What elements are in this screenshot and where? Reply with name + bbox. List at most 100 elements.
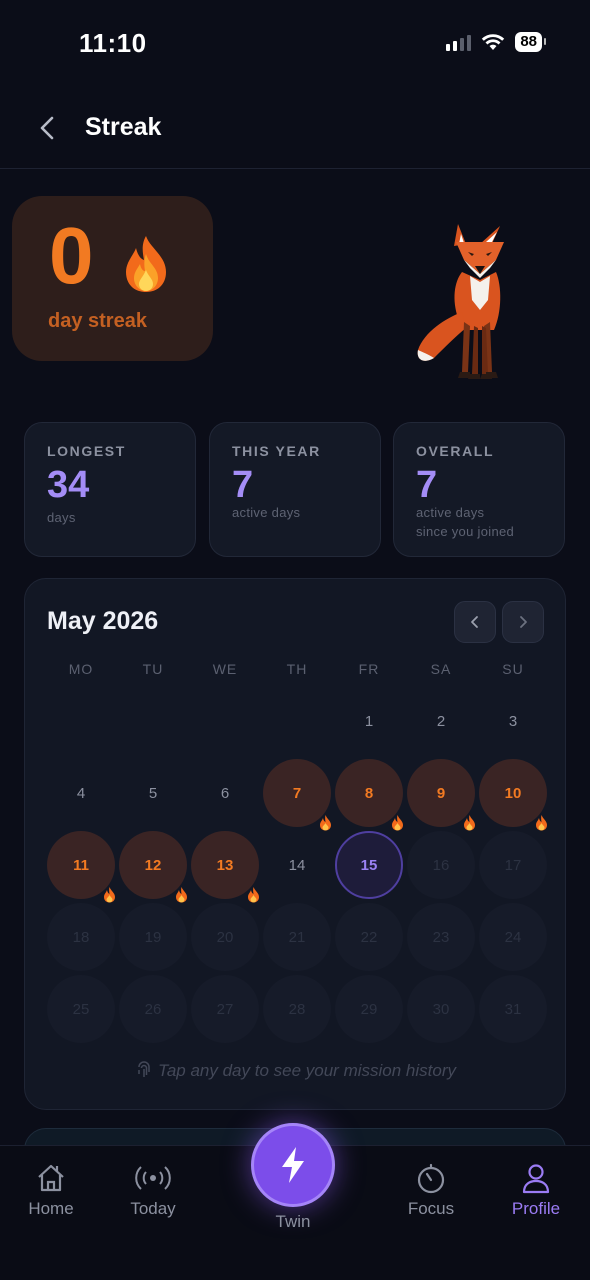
next-month-button[interactable] — [502, 601, 544, 643]
weekday-label: FR — [358, 661, 380, 677]
page-title: Streak — [85, 113, 162, 141]
flame-icon — [536, 815, 547, 831]
calendar-day-number: 9 — [436, 784, 446, 802]
calendar-day-number: 16 — [432, 856, 450, 874]
flame-icon — [464, 815, 475, 831]
calendar-day[interactable]: 16 — [407, 831, 475, 899]
calendar-day-number: 22 — [360, 928, 378, 946]
tab-focus[interactable]: Focus — [381, 1158, 481, 1219]
calendar-day-number: 27 — [216, 1000, 234, 1018]
calendar-day[interactable]: 20 — [191, 903, 259, 971]
calendar-day-number: 7 — [292, 784, 302, 802]
calendar-day[interactable]: 25 — [47, 975, 115, 1043]
calendar-day-number: 23 — [432, 928, 450, 946]
calendar-day[interactable]: 13 — [191, 831, 259, 903]
calendar-day[interactable]: 24 — [479, 903, 547, 971]
calendar-day-number: 19 — [144, 928, 162, 946]
calendar-day[interactable]: 22 — [335, 903, 403, 971]
calendar-day[interactable]: 3 — [479, 687, 547, 755]
calendar-day-number: 8 — [364, 784, 374, 802]
calendar-day[interactable]: 27 — [191, 975, 259, 1043]
calendar-day-number: 12 — [144, 856, 162, 874]
stat-value: 34 — [47, 464, 90, 506]
calendar-day[interactable]: 15 — [335, 831, 403, 899]
weekday-label: TU — [142, 661, 164, 677]
calendar-day-number: 29 — [360, 1000, 378, 1018]
calendar-day[interactable]: 2 — [407, 687, 475, 755]
calendar-day[interactable]: 31 — [479, 975, 547, 1043]
broadcast-icon — [135, 1166, 171, 1190]
streak-count: 0 — [49, 211, 94, 300]
wifi-icon — [482, 34, 505, 50]
calendar-day[interactable]: 5 — [119, 759, 187, 827]
tab-profile[interactable]: Profile — [486, 1158, 586, 1219]
previous-month-button[interactable] — [454, 601, 496, 643]
calendar-day[interactable]: 11 — [47, 831, 115, 903]
back-button[interactable] — [30, 108, 64, 148]
calendar-day[interactable]: 12 — [119, 831, 187, 903]
calendar-day[interactable]: 30 — [407, 975, 475, 1043]
flame-icon — [176, 887, 187, 903]
stat-value: 7 — [416, 464, 438, 506]
calendar-day[interactable]: 21 — [263, 903, 331, 971]
twin-button[interactable] — [251, 1123, 335, 1207]
tab-label: Focus — [407, 1199, 455, 1218]
timer-icon — [417, 1163, 445, 1194]
flame-icon — [104, 887, 115, 903]
battery-indicator: 88 — [515, 32, 546, 52]
flame-icon — [392, 815, 403, 831]
calendar-day-number: 11 — [73, 856, 89, 874]
weekday-label: SU — [502, 661, 524, 677]
calendar-day-number: 17 — [504, 856, 522, 874]
lightning-icon — [282, 1147, 304, 1183]
calendar-day-number: 10 — [504, 784, 522, 802]
person-icon — [522, 1164, 550, 1194]
calendar-day[interactable]: 10 — [479, 759, 547, 831]
calendar-day[interactable]: 23 — [407, 903, 475, 971]
calendar-day-number: 5 — [148, 784, 158, 802]
weekday-label: TH — [286, 661, 308, 677]
calendar-day[interactable]: 8 — [335, 759, 403, 831]
calendar-day-number: 15 — [360, 856, 378, 874]
tab-home[interactable]: Home — [1, 1158, 101, 1219]
stat-sub-detail: since you joined — [416, 524, 515, 539]
status-icons: 88 — [446, 32, 546, 52]
streak-card: 0 day streak — [12, 196, 213, 361]
status-bar: 11:10 88 — [0, 0, 590, 90]
streak-label: day streak — [48, 310, 147, 332]
calendar-day[interactable]: 4 — [47, 759, 115, 827]
stat-title: OVERALL — [416, 443, 495, 459]
calendar-day[interactable]: 17 — [479, 831, 547, 899]
calendar-month-title: May 2026 — [47, 607, 159, 635]
flame-icon — [320, 815, 331, 831]
calendar-day[interactable]: 19 — [119, 903, 187, 971]
calendar-day[interactable]: 7 — [263, 759, 331, 831]
calendar-day-number: 2 — [436, 712, 446, 730]
calendar-day-number: 1 — [364, 712, 374, 730]
calendar-day[interactable]: 28 — [263, 975, 331, 1043]
tab-twin-label: Twin — [275, 1212, 311, 1231]
calendar-day-number: 21 — [288, 928, 306, 946]
stat-sub: active days — [232, 505, 301, 520]
calendar-day[interactable]: 14 — [263, 831, 331, 899]
stat-title: LONGEST — [47, 443, 126, 459]
calendar-day[interactable]: 26 — [119, 975, 187, 1043]
stat-card-overall: OVERALL 7 active days since you joined — [393, 422, 565, 557]
calendar-day[interactable]: 29 — [335, 975, 403, 1043]
tab-today[interactable]: Today — [103, 1158, 203, 1219]
stat-value: 7 — [232, 464, 254, 506]
calendar-day-number: 28 — [288, 1000, 306, 1018]
calendar-day[interactable]: 1 — [335, 687, 403, 755]
calendar-day-number: 20 — [216, 928, 234, 946]
calendar-day[interactable]: 9 — [407, 759, 475, 831]
status-time: 11:10 — [79, 28, 147, 58]
calendar-day-number: 14 — [288, 856, 306, 874]
calendar-day[interactable]: 18 — [47, 903, 115, 971]
calendar-hint: Tap any day to see your mission history — [25, 1061, 567, 1081]
calendar-day[interactable]: 6 — [191, 759, 259, 827]
calendar-hint-text: Tap any day to see your mission history — [158, 1061, 456, 1080]
calendar-day-number: 24 — [504, 928, 522, 946]
home-icon — [38, 1164, 64, 1192]
calendar-day-number: 3 — [508, 712, 518, 730]
tab-label: Today — [130, 1199, 176, 1218]
